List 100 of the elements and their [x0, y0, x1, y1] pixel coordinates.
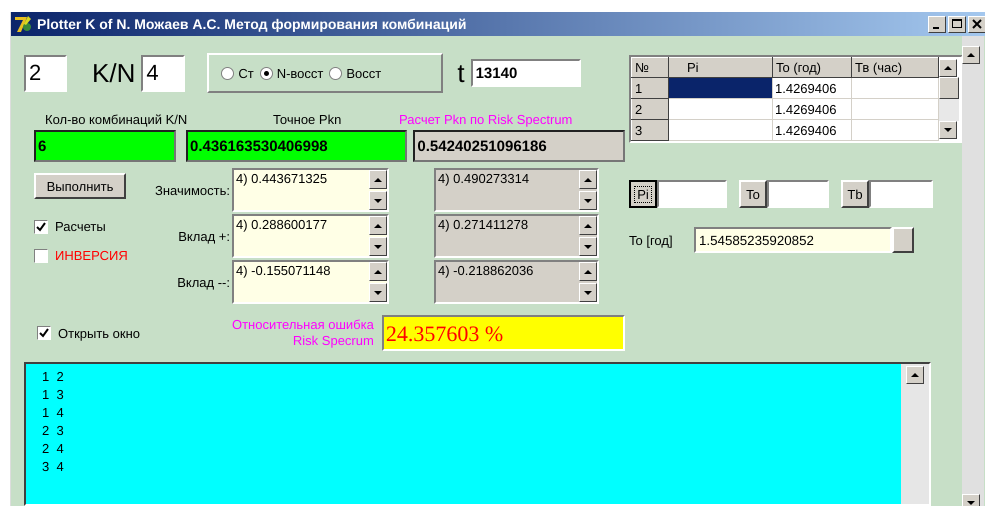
app-logo-icon — [13, 14, 33, 34]
column-header[interactable]: № — [632, 58, 668, 78]
open-window-checkbox[interactable]: Открыть окно — [37, 326, 186, 340]
up-arrow-icon[interactable] — [967, 53, 975, 57]
error-value-field: 24.357603 % — [382, 315, 625, 351]
table-cell[interactable]: 1.4269406 — [772, 98, 852, 120]
value-field[interactable] — [767, 180, 829, 208]
column-header[interactable]: Тв (час) — [852, 58, 939, 78]
column-button[interactable]: Pi — [629, 180, 657, 208]
scroll-up-button[interactable] — [579, 262, 597, 281]
up-arrow-icon — [374, 178, 382, 182]
t-label: t — [457, 58, 465, 88]
mode-radio[interactable]: N-восст — [260, 66, 324, 80]
result-label: Точное Pkn — [273, 112, 342, 127]
minimize-button[interactable] — [928, 16, 946, 32]
table-cell[interactable] — [852, 120, 939, 140]
column-header[interactable]: To (год) — [772, 58, 852, 78]
scroll-down-button[interactable] — [579, 237, 597, 256]
measure-memo[interactable]: 4) -0.155071148 — [232, 260, 389, 304]
kn-label: K/N — [92, 58, 136, 88]
scroll-down-button[interactable] — [579, 283, 597, 302]
result-field[interactable]: 0.436163530406998 — [186, 130, 408, 162]
maximize-button[interactable] — [948, 16, 966, 32]
scroll-thumb[interactable] — [939, 77, 959, 99]
down-arrow-icon — [374, 290, 382, 294]
window-scrollbar[interactable] — [962, 36, 984, 506]
down-arrow-icon — [374, 198, 382, 202]
scroll-up-button[interactable] — [369, 170, 387, 189]
result-field[interactable]: 6 — [34, 130, 176, 162]
t-field[interactable]: 13140 — [470, 59, 581, 87]
mode-radio[interactable]: Ст — [221, 66, 254, 80]
measure-memo[interactable]: 4) 0.288600177 — [232, 214, 389, 258]
result-label: Кол-во комбинаций K/N — [45, 112, 188, 127]
error-label: Risk Specrum — [292, 333, 374, 349]
table-cell[interactable] — [852, 78, 939, 98]
close-button[interactable] — [968, 16, 985, 32]
window-title: Plotter K of N. Можаев А.С. Метод формирования комбинаций — [37, 16, 466, 32]
up-arrow-icon — [584, 178, 592, 182]
mode-radio[interactable]: Восст — [329, 66, 382, 80]
measure-memo[interactable]: 4) 0.271411278 — [434, 214, 599, 258]
run-button[interactable]: Выполнить — [34, 173, 126, 199]
table-cell[interactable] — [852, 98, 939, 120]
measure-label: Вклад +: — [177, 228, 231, 244]
measure-label: Вклад --: — [176, 274, 231, 290]
table-cell[interactable] — [668, 120, 772, 140]
row-header[interactable]: 2 — [632, 98, 668, 120]
up-arrow-icon — [374, 224, 382, 228]
scroll-up-button[interactable] — [579, 216, 597, 235]
result-label: Расчет Pkn по Risk Spectrum — [399, 112, 572, 127]
scroll-down-button[interactable] — [369, 283, 387, 302]
up-arrow-icon — [374, 270, 382, 274]
combination-line: 3 4 — [42, 458, 64, 476]
scroll-up-button[interactable] — [579, 170, 597, 189]
up-arrow-icon[interactable] — [944, 66, 952, 70]
n-field[interactable]: 4 — [141, 54, 186, 92]
memo-scrollbar[interactable] — [901, 364, 929, 504]
value-field[interactable] — [869, 180, 933, 208]
up-arrow-icon — [584, 270, 592, 274]
table-cell[interactable] — [668, 78, 772, 98]
table-cell[interactable]: 1.4269406 — [772, 78, 852, 98]
scroll-up-button[interactable] — [369, 216, 387, 235]
result-field[interactable]: 0.54240251096186 — [413, 130, 625, 162]
column-button[interactable]: Tb — [841, 180, 869, 208]
up-arrow-icon — [584, 224, 592, 228]
table-cell[interactable] — [668, 98, 772, 120]
measure-label: Значимость: — [154, 182, 231, 198]
grid-scrollbar[interactable] — [939, 57, 961, 141]
option-checkbox[interactable]: Расчеты — [34, 219, 158, 234]
combination-line: 1 2 — [42, 368, 64, 386]
to-year-field[interactable]: 1.54585235920852 — [694, 227, 892, 253]
measure-memo[interactable]: 4) 0.443671325 — [232, 168, 389, 212]
scroll-down-button[interactable] — [369, 191, 387, 210]
down-arrow-icon[interactable] — [967, 501, 975, 505]
down-arrow-icon — [374, 244, 382, 248]
maximize-icon — [952, 19, 962, 29]
blank-button[interactable] — [892, 227, 914, 253]
down-arrow-icon — [584, 290, 592, 294]
measure-memo[interactable]: 4) -0.218862036 — [434, 260, 599, 304]
combinations-memo[interactable]: 1 2 1 3 1 4 2 3 2 4 3 4 — [24, 362, 931, 506]
scroll-up-button[interactable] — [369, 262, 387, 281]
scroll-down-button[interactable] — [369, 237, 387, 256]
up-arrow-icon[interactable] — [911, 373, 919, 377]
k-field[interactable]: 2 — [24, 54, 67, 92]
scroll-down-button[interactable] — [579, 191, 597, 210]
down-arrow-icon — [584, 244, 592, 248]
combination-line: 1 3 — [42, 386, 64, 404]
measure-memo[interactable]: 4) 0.490273314 — [434, 168, 599, 212]
table-cell[interactable]: 1.4269406 — [772, 120, 852, 140]
minimize-icon — [932, 26, 938, 28]
combination-line: 1 4 — [42, 404, 64, 422]
checkmark-icon — [36, 222, 46, 232]
checkmark-icon — [39, 328, 49, 338]
row-header[interactable]: 3 — [632, 120, 668, 140]
value-field[interactable] — [657, 180, 727, 208]
to-year-label: To [год] — [629, 232, 674, 248]
column-header[interactable]: Pi — [668, 58, 772, 78]
down-arrow-icon — [584, 198, 592, 202]
down-arrow-icon[interactable] — [944, 128, 952, 132]
row-header[interactable]: 1 — [632, 78, 668, 98]
column-button[interactable]: To — [739, 180, 767, 208]
